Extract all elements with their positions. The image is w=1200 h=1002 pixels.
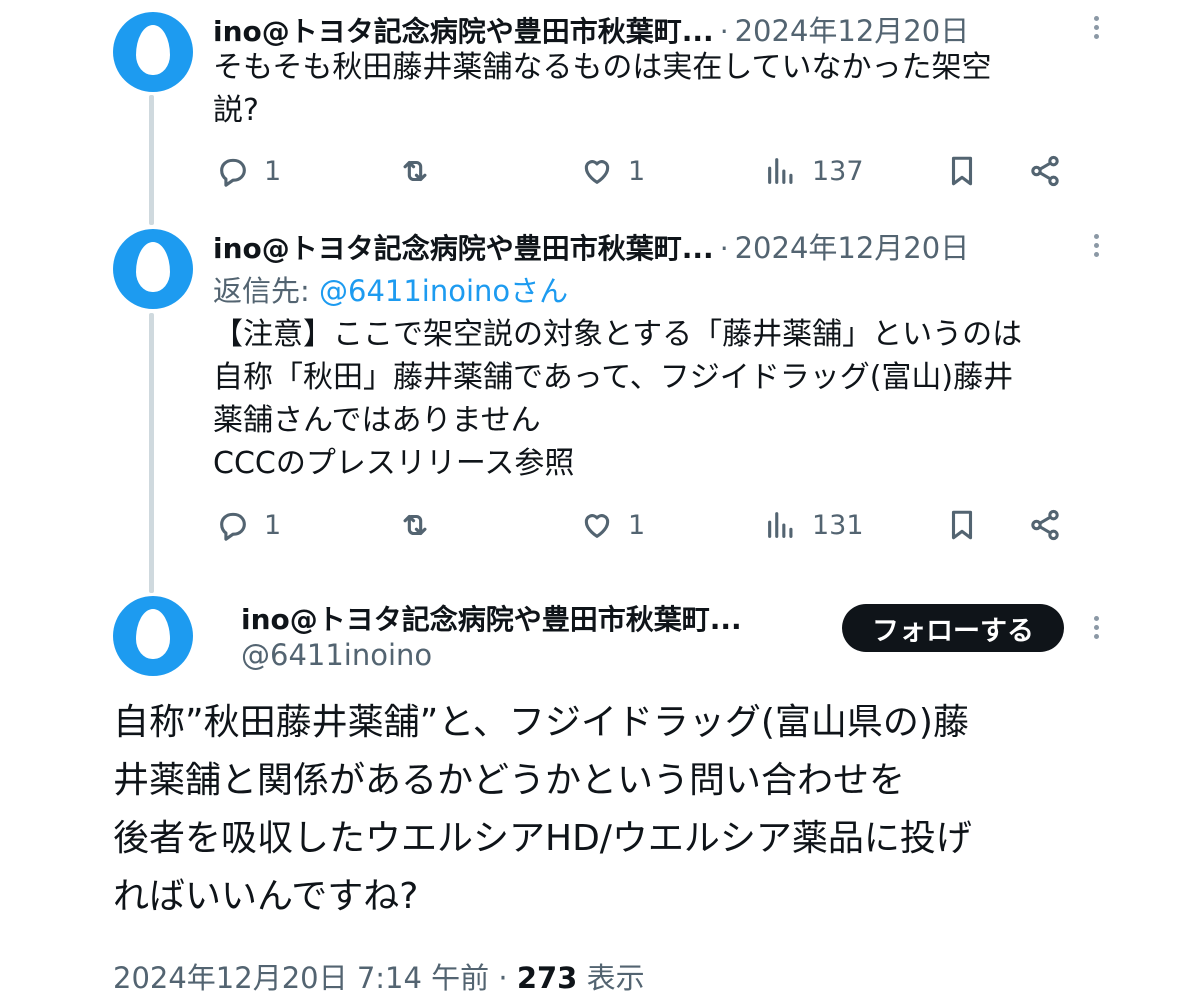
thread-line	[149, 313, 154, 593]
like-icon	[584, 160, 610, 184]
views-button[interactable]: 131	[764, 508, 864, 542]
reply-icon	[220, 158, 246, 187]
retweet-button[interactable]	[398, 154, 432, 188]
reply-count: 1	[264, 509, 282, 541]
bookmark-button[interactable]	[945, 508, 979, 542]
retweet-icon	[403, 514, 427, 536]
reply-icon	[220, 512, 246, 541]
more-icon[interactable]	[1094, 16, 1100, 43]
like-count: 1	[628, 509, 646, 541]
author-handle[interactable]: @6411inoino	[241, 638, 432, 672]
reply-button[interactable]: 1	[216, 154, 281, 188]
tweet-meta: 2024年12月20日 7:14 午前 · 273 表示	[113, 955, 645, 997]
tweet-timestamp[interactable]: 2024年12月20日 7:14 午前	[113, 961, 489, 995]
default-egg-avatar	[136, 242, 170, 292]
tweet-text: 【注意】ここで架空説の対象とする「藤井薬舗」というのは 自称「秋田」藤井薬舗であ…	[213, 317, 1023, 481]
reply-to-label: 返信先:	[213, 274, 319, 308]
views-icon	[768, 512, 793, 538]
share-icon	[1031, 155, 1059, 187]
like-button[interactable]: 1	[580, 154, 645, 188]
share-button[interactable]	[1028, 508, 1062, 542]
avatar[interactable]	[113, 596, 193, 676]
more-icon[interactable]	[1094, 234, 1100, 261]
thread-line	[149, 95, 154, 225]
reply-to-line: 返信先: @6411inoinoさん	[213, 268, 568, 310]
bookmark-icon	[951, 156, 973, 186]
author-name[interactable]: ino@トヨタ記念病院や豊田市秋葉町...	[213, 232, 714, 265]
tweet-header: ino@トヨタ記念病院や豊田市秋葉町... · 2024年12月20日	[213, 225, 969, 267]
reply-to-handle[interactable]: @6411inoinoさん	[319, 274, 568, 308]
share-button[interactable]	[1028, 154, 1062, 188]
author-name[interactable]: ino@トヨタ記念病院や豊田市秋葉町...	[213, 15, 714, 48]
view-count: 131	[812, 509, 864, 541]
default-egg-avatar	[136, 609, 170, 659]
reply-button[interactable]: 1	[216, 508, 281, 542]
views-icon	[768, 158, 793, 184]
follow-button[interactable]: フォローする	[842, 604, 1064, 652]
bookmark-icon	[951, 510, 973, 540]
share-icon	[1031, 509, 1059, 541]
separator: ·	[719, 232, 729, 265]
separator: ·	[719, 15, 729, 48]
tweet-text: そもそも秋田藤井薬舗なるものは実在していなかった架空 説?	[213, 50, 992, 128]
tweet-date[interactable]: 2024年12月20日	[735, 231, 970, 265]
retweet-icon	[403, 160, 427, 182]
author-name[interactable]: ino@トヨタ記念病院や豊田市秋葉町...	[241, 598, 742, 638]
like-count: 1	[628, 155, 646, 187]
view-count: 137	[812, 155, 864, 187]
like-icon	[584, 514, 610, 538]
main-tweet-text: 自称”秋田藤井薬舗”と、フジイドラッグ(富山県の)藤 井薬舗と関係があるかどうか…	[113, 702, 972, 917]
view-count: 273	[516, 961, 578, 995]
retweet-button[interactable]	[398, 508, 432, 542]
tweet-header: ino@トヨタ記念病院や豊田市秋葉町... · 2024年12月20日	[213, 8, 969, 50]
like-button[interactable]: 1	[580, 508, 645, 542]
tweet-date[interactable]: 2024年12月20日	[735, 14, 970, 48]
views-button[interactable]: 137	[764, 154, 864, 188]
reply-count: 1	[264, 155, 282, 187]
separator: ·	[498, 961, 508, 995]
avatar[interactable]	[113, 229, 193, 309]
view-label: 表示	[586, 961, 645, 995]
bookmark-button[interactable]	[945, 154, 979, 188]
more-icon[interactable]	[1094, 616, 1100, 643]
default-egg-avatar	[136, 25, 170, 75]
avatar[interactable]	[113, 12, 193, 92]
